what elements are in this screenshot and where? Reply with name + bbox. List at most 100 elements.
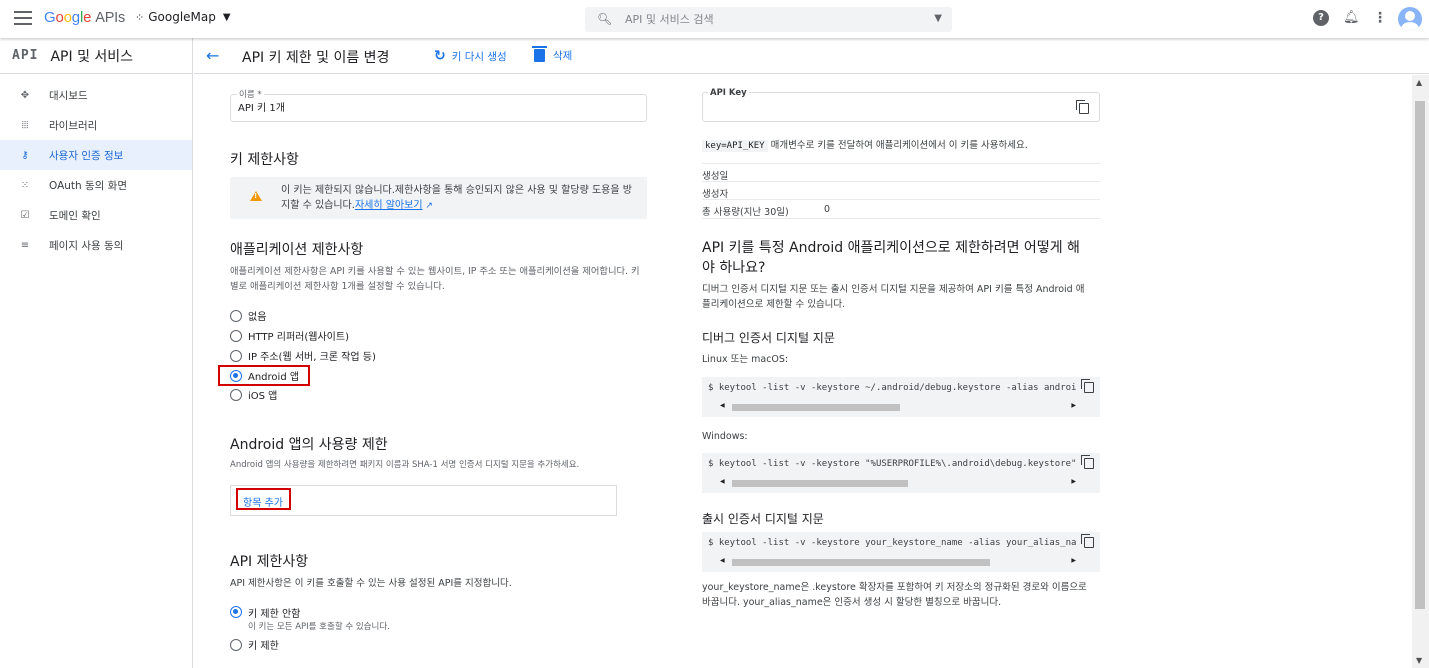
scroll-thumb[interactable]	[732, 559, 990, 566]
sidebar-item-label: 사용자 인증 정보	[49, 149, 124, 162]
sidebar-item-dashboard[interactable]: ✥ 대시보드	[0, 80, 192, 110]
search-dropdown-icon[interactable]: ▼	[934, 13, 942, 24]
sidebar-item-label: 도메인 확인	[49, 209, 101, 222]
refresh-icon: ↻	[434, 48, 446, 64]
delete-button[interactable]: 삭제	[532, 46, 573, 63]
search-bar[interactable]: 🔍︎ ▼	[585, 7, 952, 32]
copy-icon[interactable]	[1081, 455, 1094, 469]
sidebar: API API 및 서비스 ✥ 대시보드 ⦙⦙⦙ 라이브러리 ⚷ 사용자 인증 …	[0, 38, 193, 668]
radio-ip-address[interactable]: IP 주소(웹 서버, 크론 작업 등)	[230, 348, 376, 363]
usage-value: 0	[824, 204, 831, 215]
google-apis-logo[interactable]: Google APIs	[44, 9, 125, 26]
sidebar-item-credentials[interactable]: ⚷ 사용자 인증 정보	[0, 140, 192, 170]
main-content: 이름 * 키 제한사항 이 키는 제한되지 않습니다.제한사항을 통해 승인되지…	[194, 75, 1412, 668]
radio-button[interactable]	[230, 349, 242, 362]
highlight-box	[236, 488, 291, 510]
scroll-right-icon[interactable]: ▶	[1071, 557, 1076, 564]
hamburger-menu-icon[interactable]	[14, 11, 32, 25]
scroll-up-icon[interactable]: ▲	[1416, 78, 1422, 87]
app-restrictions-desc: 애플리케이션 제한사항은 API 키를 사용할 수 있는 웹사이트, IP 주소…	[230, 266, 640, 292]
radio-button[interactable]	[230, 329, 242, 342]
linux-command: $ keytool -list -v -keystore ~/.android/…	[708, 383, 1077, 393]
windows-label: Windows:	[702, 431, 748, 442]
copy-icon[interactable]	[1081, 534, 1094, 548]
name-input[interactable]	[238, 101, 618, 112]
radio-button-selected[interactable]	[230, 606, 242, 618]
android-restriction-title: Android 앱의 사용량 제한	[230, 437, 388, 453]
dashboard-icon: ✥	[20, 89, 30, 101]
horizontal-scrollbar[interactable]: ◀ ▶	[716, 402, 1076, 411]
copy-icon[interactable]	[1081, 379, 1094, 393]
radio-button[interactable]	[230, 309, 242, 322]
release-command: $ keytool -list -v -keystore your_keysto…	[708, 538, 1077, 548]
project-dots-icon: ⁘	[135, 10, 145, 24]
android-question-desc: 디버그 인증서 디지털 지문 또는 출시 인증서 디지털 지문을 제공하여 AP…	[702, 284, 1085, 310]
avatar[interactable]	[1398, 7, 1422, 31]
radio-label: iOS 앱	[248, 391, 278, 402]
usage-row: 총 사용량(지난 30일) 0	[702, 199, 1100, 219]
page-scrollbar[interactable]: ▲ ▼	[1412, 75, 1429, 668]
caret-down-icon: ▼	[222, 11, 231, 23]
linux-command-box: $ keytool -list -v -keystore ~/.android/…	[702, 377, 1100, 417]
scroll-left-icon[interactable]: ◀	[720, 402, 725, 409]
api-badge: API	[12, 48, 39, 63]
notifications-icon[interactable]: 🔔︎	[1343, 10, 1360, 26]
radio-label: 없음	[248, 312, 267, 323]
search-input[interactable]	[625, 11, 915, 28]
sidebar-item-page-agreement[interactable]: ≡ 페이지 사용 동의	[0, 230, 192, 260]
warning-icon	[250, 191, 262, 201]
api-restrictions-desc: API 제한사항은 이 키를 호출할 수 있는 사용 설정된 API를 지정합니…	[230, 578, 512, 589]
scroll-thumb[interactable]	[1415, 101, 1425, 609]
key-icon: ⚷	[21, 149, 29, 161]
horizontal-scrollbar[interactable]: ◀ ▶	[716, 478, 1076, 487]
radio-button[interactable]	[230, 638, 242, 651]
android-restriction-desc: Android 앱의 사용량을 제한하려면 패키지 이름과 SHA-1 서명 인…	[230, 460, 580, 470]
key-param-code: key=API_KEY	[702, 140, 768, 152]
domain-check-icon: ☑	[20, 209, 30, 221]
external-link-icon: ↗	[422, 201, 433, 211]
api-key-label: API Key	[708, 88, 749, 98]
scroll-thumb[interactable]	[732, 404, 900, 411]
project-selector[interactable]: ⁘ GoogleMap ▼	[135, 10, 231, 24]
scroll-left-icon[interactable]: ◀	[720, 557, 725, 564]
help-icon[interactable]: ?	[1313, 10, 1329, 26]
radio-sublabel: 이 키는 모든 API를 호출할 수 있습니다.	[248, 622, 390, 632]
copy-icon[interactable]	[1076, 100, 1089, 114]
regenerate-key-button[interactable]: ↻ 키 다시 생성	[434, 48, 507, 64]
name-field[interactable]: 이름 *	[230, 88, 647, 122]
radio-restrict-key[interactable]: 키 제한	[230, 637, 279, 652]
scroll-thumb[interactable]	[732, 480, 908, 487]
learn-more-link[interactable]: 자세히 알아보기	[355, 200, 423, 211]
radio-http-referrer[interactable]: HTTP 리퍼러(웹사이트)	[230, 328, 349, 343]
more-vert-icon[interactable]: ⋮	[1372, 10, 1388, 26]
api-key-field[interactable]: API Key	[702, 88, 1100, 122]
warning-text: 이 키는 제한되지 않습니다.제한사항을 통해 승인되지 않은 사용 및 할당량…	[281, 185, 632, 211]
radio-label: HTTP 리퍼러(웹사이트)	[248, 332, 349, 343]
sidebar-item-domain[interactable]: ☑ 도메인 확인	[0, 200, 192, 230]
search-icon: 🔍︎	[597, 12, 613, 26]
scroll-right-icon[interactable]: ▶	[1071, 478, 1076, 485]
radio-no-restriction[interactable]: 키 제한 안함이 키는 모든 API를 호출할 수 있습니다.	[230, 605, 390, 632]
back-arrow-icon[interactable]: ←	[206, 46, 219, 65]
radio-none[interactable]: 없음	[230, 308, 266, 323]
radio-ios-app[interactable]: iOS 앱	[230, 387, 277, 402]
scroll-right-icon[interactable]: ▶	[1071, 402, 1076, 409]
regenerate-key-label: 키 다시 생성	[451, 50, 507, 63]
sidebar-item-label: OAuth 동의 화면	[49, 179, 128, 192]
creator-row: 생성자	[702, 181, 1100, 200]
debug-fingerprint-title: 디버그 인증서 디지털 지문	[702, 331, 835, 345]
release-desc: your_keystore_name은 .keystore 확장자를 포함하여 …	[702, 582, 1087, 608]
delete-label: 삭제	[553, 50, 573, 62]
library-icon: ⦙⦙⦙	[21, 119, 29, 131]
radio-label: IP 주소(웹 서버, 크론 작업 등)	[248, 352, 376, 363]
scroll-left-icon[interactable]: ◀	[720, 478, 725, 485]
horizontal-scrollbar[interactable]: ◀ ▶	[716, 557, 1076, 566]
radio-button[interactable]	[230, 388, 242, 401]
scroll-down-icon[interactable]: ▼	[1416, 656, 1422, 665]
sidebar-item-oauth[interactable]: ⁙ OAuth 동의 화면	[0, 170, 192, 200]
sidebar-item-library[interactable]: ⦙⦙⦙ 라이브러리	[0, 110, 192, 140]
project-name: GoogleMap	[148, 10, 216, 24]
radio-label: 키 제한 안함	[248, 609, 301, 620]
unrestricted-warning: 이 키는 제한되지 않습니다.제한사항을 통해 승인되지 않은 사용 및 할당량…	[230, 177, 647, 219]
page-agreement-icon: ≡	[20, 239, 30, 251]
